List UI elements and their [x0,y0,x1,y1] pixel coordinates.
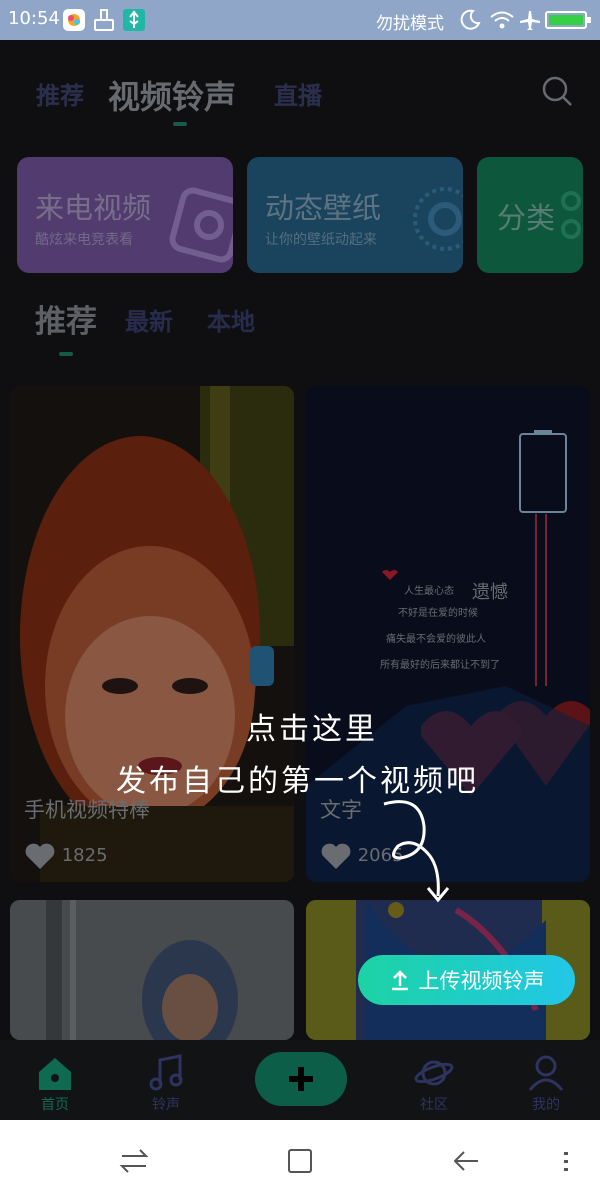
subtab-indicator [59,352,73,356]
user-icon[interactable] [526,1054,566,1092]
planet-icon[interactable] [414,1054,454,1092]
tab-recommend[interactable]: 推荐 [36,76,84,111]
category-title: 分类 [497,201,556,235]
publish-plus-button[interactable] [255,1052,347,1106]
poster-heading: 遗憾 [472,582,508,603]
category-card-call-video[interactable]: 来电视频 酷炫来电竞表看 [17,157,233,273]
category-title: 动态壁纸 [265,191,382,225]
home-square-icon[interactable] [280,1144,320,1178]
airplane-icon [520,11,540,30]
tab-video-ringtone[interactable]: 视频铃声 [108,72,236,118]
video-tile[interactable] [10,900,294,1040]
home-icon[interactable] [35,1054,75,1092]
heart-icon[interactable] [24,842,56,870]
bottom-nav: 首页 铃声 社区 我的 [0,1040,600,1120]
battery-icon [545,11,591,29]
category-title: 来电视频 [35,191,152,225]
back-icon[interactable] [446,1144,486,1178]
search-icon[interactable] [540,74,574,108]
heart-icon[interactable] [320,842,352,870]
tab-live[interactable]: 直播 [274,76,322,111]
moon-icon [460,9,481,30]
upload-video-ringtone-button[interactable]: 上传视频铃声 [358,955,575,1005]
category-card-live-wallpaper[interactable]: 动态壁纸 让你的壁纸动起来 [247,157,463,273]
upload-button-label: 上传视频铃声 [418,969,545,993]
guide-text-line1: 点击这里 [246,712,378,747]
app-notification-icon [63,9,85,31]
guide-arrow-icon [383,800,450,903]
subtab-local[interactable]: 本地 [207,302,255,337]
poster-line: 人生最心态 [404,586,454,597]
like-count: 1825 [61,845,108,866]
plus-icon [289,1067,313,1091]
like-row: 1825 [24,842,108,870]
subtab-latest[interactable]: 最新 [125,302,173,337]
nav-mine[interactable]: 我的 [506,1094,586,1114]
clean-icon [94,9,114,31]
system-nav-bar [0,1120,600,1200]
poster-line: 痛失最不会爱的彼此人 [386,634,486,645]
category-subtitle: 让你的壁纸动起来 [265,232,377,248]
wifi-icon [490,11,514,29]
subtab-recommend[interactable]: 推荐 [35,296,97,341]
video-tile[interactable]: 手机视频特棒 1825 [10,386,294,882]
app-screen: 推荐 视频铃声 直播 来电视频 酷炫来电竞表看 动态壁纸 让你的壁纸动起来 分类 [0,40,600,1120]
tab-indicator [173,122,187,126]
music-note-icon[interactable] [146,1054,186,1092]
dnd-text: 勿扰模式 [376,14,444,34]
grid-icon [561,191,581,239]
top-tab-bar: 推荐 视频铃声 直播 [0,40,600,150]
nav-home[interactable]: 首页 [15,1094,95,1114]
menu-icon[interactable] [548,1144,588,1178]
category-subtitle: 酷炫来电竞表看 [35,232,133,248]
status-time: 10:54 [8,8,60,29]
status-bar: 10:54 勿扰模式 [0,0,600,40]
category-card-categories[interactable]: 分类 [477,157,583,273]
video-thumbnail-hijab [10,900,294,1040]
camera-icon [169,187,233,263]
nav-community[interactable]: 社区 [394,1094,474,1114]
poster-line: 不好是在爱的时候 [398,608,478,619]
upload-icon [391,970,408,991]
guide-text-line2: 发布自己的第一个视频吧 [116,764,479,799]
poster-line: 所有最好的后来都让不到了 [380,660,500,671]
usb-icon [123,9,145,31]
wallpaper-icon [413,187,463,251]
nav-ringtone[interactable]: 铃声 [126,1094,206,1114]
switch-apps-icon[interactable] [114,1144,154,1178]
